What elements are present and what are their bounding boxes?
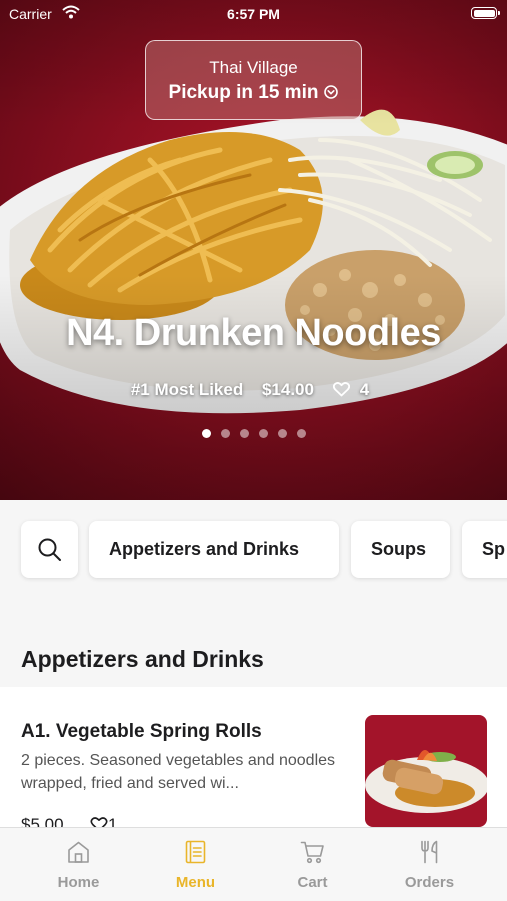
search-icon [38, 538, 61, 561]
tab-label: Cart [297, 874, 328, 891]
carousel-dot[interactable] [239, 429, 249, 438]
carousel-dot[interactable] [277, 429, 287, 438]
most-liked-badge: #1 Most Liked [130, 380, 244, 399]
carousel-indicator[interactable] [0, 429, 507, 438]
status-bar: Carrier 6:57 PM [0, 0, 507, 28]
menu-item-name: A1. Vegetable Spring Rolls [21, 721, 262, 742]
cart-icon [300, 841, 324, 864]
menu-item-image [365, 715, 487, 827]
carousel-dot[interactable] [220, 429, 230, 438]
tab-label: Menu [175, 874, 216, 891]
tab-label: Orders [404, 874, 455, 891]
tab-home[interactable]: Home [20, 828, 137, 901]
hero-banner[interactable]: Carrier 6:57 PM Thai Village Pickup in 1… [0, 0, 507, 500]
heart-icon [332, 382, 350, 397]
menu-item-likes-count: 1 [108, 815, 118, 827]
menu-item-price: $5.00 [21, 815, 64, 827]
carousel-dot[interactable] [296, 429, 306, 438]
featured-dish-title: N4. Drunken Noodles [66, 312, 441, 354]
clock: 6:57 PM [227, 6, 280, 22]
menu-book-icon [185, 840, 206, 864]
pickup-selector[interactable]: Thai Village Pickup in 15 min [145, 40, 362, 120]
fork-knife-icon [421, 840, 438, 864]
tab-cart[interactable]: Cart [254, 828, 371, 901]
menu-item-likes[interactable]: 1 [90, 815, 117, 827]
category-chip-soups[interactable]: Soups [351, 521, 450, 578]
featured-price: $14.00 [261, 380, 314, 399]
heart-icon [90, 817, 108, 827]
search-button[interactable] [21, 521, 78, 578]
tab-menu[interactable]: Menu [137, 828, 254, 901]
home-icon [68, 841, 89, 863]
pickup-eta: Pickup in 15 min [168, 82, 319, 103]
featured-likes[interactable]: 4 [332, 380, 376, 399]
featured-likes-count: 4 [359, 380, 370, 399]
tab-label: Home [57, 874, 100, 891]
restaurant-name: Thai Village [209, 58, 298, 77]
carousel-dot[interactable] [258, 429, 268, 438]
tab-bar: Home Menu Cart Orders [0, 827, 507, 900]
menu-item-description: 2 pieces. Seasoned vegetables and noodle… [21, 752, 336, 792]
menu-item[interactable]: A1. Vegetable Spring Rolls 2 pieces. Sea… [0, 687, 507, 827]
section-title: Appetizers and Drinks [21, 646, 264, 672]
tab-orders[interactable]: Orders [371, 828, 488, 901]
chevron-down-icon [324, 85, 339, 99]
carousel-dot[interactable] [201, 429, 211, 438]
featured-dish-meta: #1 Most Liked $14.00 4 [0, 380, 507, 400]
battery-icon [471, 7, 500, 19]
category-chip-appetizers[interactable]: Appetizers and Drinks [89, 521, 339, 578]
category-chip-partial[interactable]: Sp [462, 521, 507, 578]
category-bar[interactable]: Appetizers and Drinks Soups Sp [0, 500, 507, 640]
